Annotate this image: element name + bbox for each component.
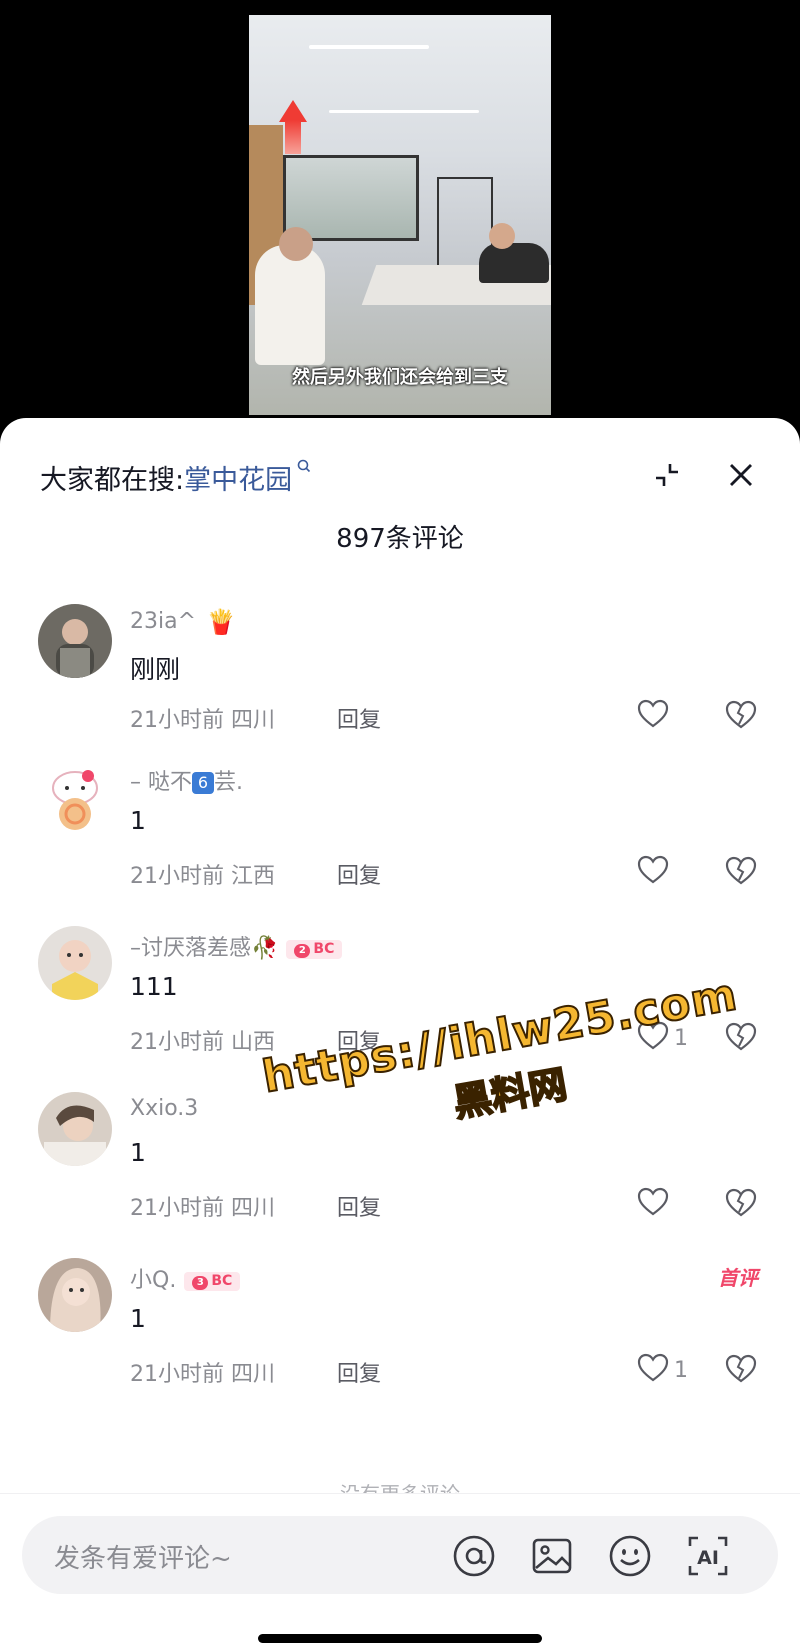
like-button[interactable] xyxy=(636,1187,674,1221)
comment-text: 1 xyxy=(130,1304,146,1333)
hot-search-term[interactable]: 掌中花园 xyxy=(184,465,292,496)
home-indicator xyxy=(258,1634,542,1643)
broken-heart-icon[interactable] xyxy=(724,1354,758,1386)
video-subtitle: 然后另外我们还会给到三支 xyxy=(292,367,508,388)
comment-text: 111 xyxy=(130,972,178,1001)
hot-search-prefix: 大家都在搜: xyxy=(40,465,185,496)
image-icon[interactable] xyxy=(530,1534,574,1578)
comment-input-bar: 发条有爱评论~ AI xyxy=(0,1493,800,1652)
comment-nickname[interactable]: Xxio.3 xyxy=(130,1096,198,1121)
person-head xyxy=(279,227,313,261)
arrow-stem xyxy=(285,120,301,154)
comment-item: – 哒不 6 芸. 1 21小时前 江西 回复 xyxy=(0,760,800,910)
first-comment-tag: 首评 xyxy=(718,1266,758,1290)
at-icon[interactable] xyxy=(452,1534,496,1578)
comment-item: Xxio.3 1 21小时前 四川 回复 xyxy=(0,1092,800,1242)
fan-badge: 3 BC xyxy=(184,1271,241,1291)
comments-count: 897条评论 xyxy=(336,524,464,554)
video-player[interactable]: 然后另外我们还会给到三支 xyxy=(249,15,551,415)
avatar[interactable] xyxy=(38,1258,112,1332)
ai-icon[interactable]: AI xyxy=(686,1534,730,1578)
emoji-icon[interactable] xyxy=(608,1534,652,1578)
person xyxy=(255,245,325,365)
comment-meta: 21小时前 山西 xyxy=(130,1030,276,1055)
fan-badge: 2 BC xyxy=(286,939,343,959)
like-count: 1 xyxy=(674,1357,688,1383)
fries-icon: 🍟 xyxy=(206,608,236,636)
comment-meta: 21小时前 江西 xyxy=(130,864,276,889)
comment-item: –讨厌落差感🥀 2 BC 111 21小时前 山西 回复 1 xyxy=(0,926,800,1076)
broken-heart-icon[interactable] xyxy=(724,700,758,732)
broken-heart-icon[interactable] xyxy=(724,856,758,888)
collapse-arrows-icon[interactable] xyxy=(650,458,684,492)
comment-input-placeholder[interactable]: 发条有爱评论~ xyxy=(54,1538,232,1575)
comment-meta: 21小时前 四川 xyxy=(130,708,276,733)
person xyxy=(479,243,549,283)
like-button[interactable]: 1 xyxy=(636,1021,688,1055)
comment-text: 刚刚 xyxy=(130,655,181,684)
comment-text: 1 xyxy=(130,1138,146,1167)
ceiling-light xyxy=(329,110,479,113)
comment-item: 小Q. 3 BC 首评 1 21小时前 四川 回复 1 xyxy=(0,1258,800,1408)
reply-button[interactable]: 回复 xyxy=(337,1190,381,1222)
end-hint: 没有更多评论 xyxy=(340,1482,460,1494)
heart-icon xyxy=(636,1187,670,1221)
avatar[interactable] xyxy=(38,1092,112,1166)
ceiling-light xyxy=(309,45,429,49)
comment-input[interactable]: 发条有爱评论~ AI xyxy=(22,1516,778,1594)
hot-search[interactable]: 大家都在搜:掌中花园 xyxy=(40,458,311,497)
comments-sheet: 大家都在搜:掌中花园 897条评论 23ia^🍟 刚刚 21小时前 四川 回复 xyxy=(0,418,800,1652)
arrow-up-icon xyxy=(279,100,307,122)
number-six-emoji: 6 xyxy=(192,772,214,794)
comment-meta: 21小时前 四川 xyxy=(130,1362,276,1387)
comment-nickname[interactable]: 23ia^ 🍟 xyxy=(130,608,236,636)
broken-heart-icon[interactable] xyxy=(724,1188,758,1220)
avatar[interactable] xyxy=(38,760,112,834)
like-button[interactable] xyxy=(636,855,674,889)
avatar[interactable] xyxy=(38,604,112,678)
comment-item: 23ia^ 🍟 刚刚 21小时前 四川 回复 xyxy=(0,604,800,754)
heart-icon xyxy=(636,855,670,889)
reply-button[interactable]: 回复 xyxy=(337,858,381,890)
heart-icon xyxy=(636,1353,670,1387)
comment-nickname[interactable]: –讨厌落差感🥀 2 BC xyxy=(130,930,343,962)
reply-button[interactable]: 回复 xyxy=(337,1024,381,1056)
video-area[interactable]: 然后另外我们还会给到三支 xyxy=(0,0,800,430)
reply-button[interactable]: 回复 xyxy=(337,1356,381,1388)
search-icon xyxy=(292,458,311,477)
comment-nickname[interactable]: 小Q. 3 BC xyxy=(130,1262,241,1294)
person-head xyxy=(489,223,515,249)
like-button[interactable]: 1 xyxy=(636,1353,688,1387)
comment-text: 1 xyxy=(130,806,146,835)
close-icon[interactable] xyxy=(722,456,760,494)
heart-icon xyxy=(636,699,670,733)
like-button[interactable] xyxy=(636,699,674,733)
avatar[interactable] xyxy=(38,926,112,1000)
like-count: 1 xyxy=(674,1025,688,1051)
comment-nickname[interactable]: – 哒不 6 芸. xyxy=(130,764,243,796)
broken-heart-icon[interactable] xyxy=(724,1022,758,1054)
reply-button[interactable]: 回复 xyxy=(337,702,381,734)
heart-icon xyxy=(636,1021,670,1055)
ai-label: AI xyxy=(697,1547,719,1569)
comment-meta: 21小时前 四川 xyxy=(130,1196,276,1221)
